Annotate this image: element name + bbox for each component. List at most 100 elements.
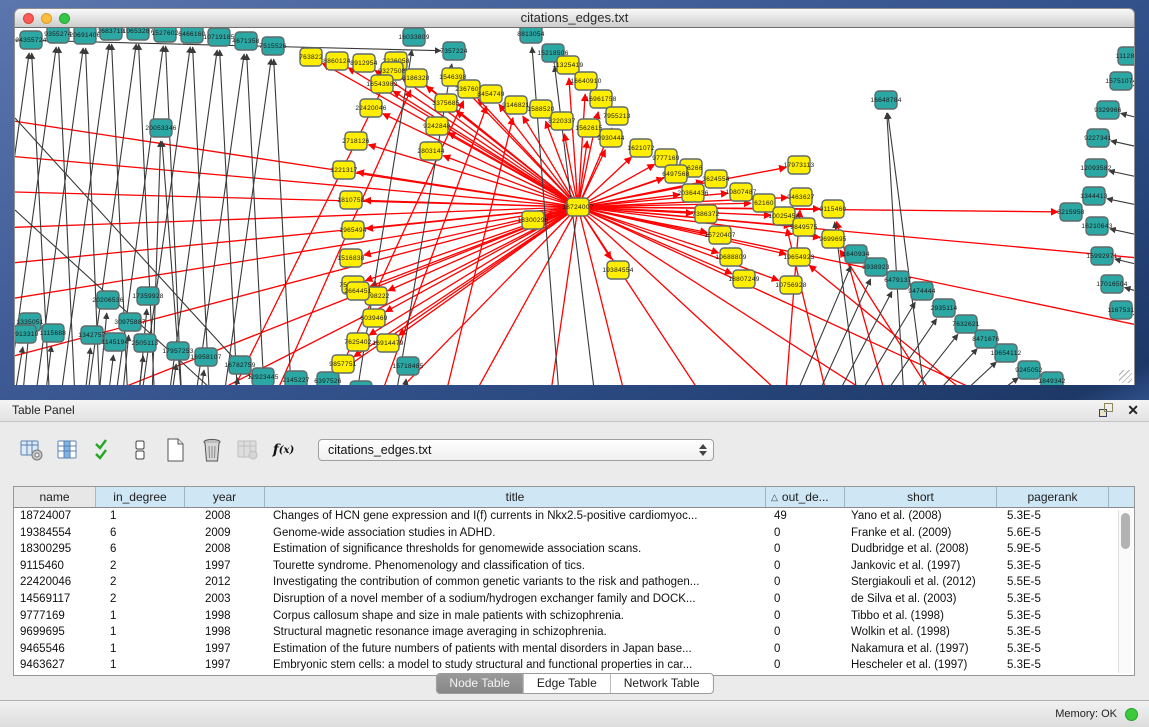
zoom-window-button[interactable] xyxy=(59,13,70,24)
graph-edge[interactable] xyxy=(81,348,91,385)
table-cell[interactable]: 18724007 xyxy=(14,508,96,525)
table-cell[interactable]: 14569117 xyxy=(14,591,96,608)
table-cell[interactable]: 1998 xyxy=(185,608,265,625)
table-cell[interactable]: 5.5E-5 xyxy=(997,574,1109,591)
table-cell[interactable]: Embryonic stem cells: a model to study s… xyxy=(265,657,766,674)
resize-grip-icon[interactable] xyxy=(1119,370,1132,383)
table-cell[interactable]: 0 xyxy=(766,641,845,658)
column-header-in_degree[interactable]: in_degree xyxy=(96,487,185,507)
table-cell[interactable]: 1998 xyxy=(185,624,265,641)
table-cell[interactable]: 5.3E-5 xyxy=(997,624,1109,641)
table-settings-icon[interactable] xyxy=(18,437,45,463)
graph-edge[interactable] xyxy=(369,207,578,335)
table-cell[interactable]: Franke et al. (2009) xyxy=(845,525,997,542)
table-cell[interactable]: Estimation of significance thresholds fo… xyxy=(265,541,766,558)
table-cell[interactable]: 0 xyxy=(766,541,845,558)
table-cell[interactable]: Yano et al. (2008) xyxy=(845,508,997,525)
table-cell[interactable]: 5.3E-5 xyxy=(997,591,1109,608)
column-chooser-icon[interactable] xyxy=(54,437,81,463)
table-cell[interactable]: 1 xyxy=(96,508,185,525)
table-cell[interactable]: Jankovic et al. (1997) xyxy=(845,558,997,575)
graph-edge[interactable] xyxy=(15,207,578,370)
table-cell[interactable]: 5.3E-5 xyxy=(997,657,1109,674)
table-cell[interactable]: 5.3E-5 xyxy=(997,608,1109,625)
delete-icon[interactable] xyxy=(198,437,225,463)
table-cell[interactable]: 0 xyxy=(766,591,845,608)
table-cell[interactable]: 0 xyxy=(766,608,845,625)
table-cell[interactable]: 2 xyxy=(96,574,185,591)
minimize-window-button[interactable] xyxy=(41,13,52,24)
graph-edge[interactable] xyxy=(888,113,929,385)
graph-edge[interactable] xyxy=(1133,314,1135,324)
delete-table-icon[interactable] xyxy=(234,437,261,463)
graph-edge[interactable] xyxy=(859,319,937,385)
graph-node[interactable] xyxy=(350,381,372,385)
graph-edge[interactable] xyxy=(1110,229,1135,240)
select-rows-icon[interactable] xyxy=(90,437,117,463)
graph-edge[interactable] xyxy=(15,347,23,385)
table-cell[interactable]: 2 xyxy=(96,591,185,608)
graph-edge[interactable] xyxy=(448,132,578,207)
graph-edge[interactable] xyxy=(1111,141,1135,152)
table-row[interactable]: 1872400712008Changes of HCN gene express… xyxy=(14,508,1134,525)
graph-edge[interactable] xyxy=(1121,113,1135,124)
graph-edge[interactable] xyxy=(41,346,51,385)
table-cell[interactable]: 0 xyxy=(766,657,845,674)
table-cell[interactable]: Investigating the contribution of common… xyxy=(265,574,766,591)
function-builder-icon[interactable]: f(x) xyxy=(270,437,297,463)
table-row[interactable]: 969969511998Structural magnetic resonanc… xyxy=(14,624,1134,641)
table-cell[interactable]: 9465546 xyxy=(14,641,96,658)
table-scrollbar-thumb[interactable] xyxy=(1121,513,1130,549)
graph-edge[interactable] xyxy=(578,207,641,385)
table-cell[interactable]: Genome-wide association studies in ADHD. xyxy=(265,525,766,542)
table-select-dropdown[interactable]: citations_edges.txt xyxy=(318,439,714,461)
column-header-name[interactable]: name xyxy=(14,487,96,507)
table-cell[interactable]: 19384554 xyxy=(14,525,96,542)
table-cell[interactable]: de Silva et al. (2003) xyxy=(845,591,997,608)
table-cell[interactable]: 0 xyxy=(766,624,845,641)
network-window[interactable]: citations_edges.txt 24355724935527420691… xyxy=(14,8,1135,385)
graph-edge[interactable] xyxy=(399,379,406,385)
graph-edge[interactable] xyxy=(578,207,941,385)
table-cell[interactable]: 1 xyxy=(96,657,185,674)
table-cell[interactable]: Stergiakouli et al. (2012) xyxy=(845,574,997,591)
graph-edge[interactable] xyxy=(220,50,239,385)
table-cell[interactable]: Corpus callosum shape and size in male p… xyxy=(265,608,766,625)
table-cell[interactable]: 9699695 xyxy=(14,624,96,641)
graph-edge[interactable] xyxy=(193,47,211,385)
table-cell[interactable]: 22420046 xyxy=(14,574,96,591)
graph-edge[interactable] xyxy=(164,50,217,385)
table-cell[interactable]: Tourette syndrome. Phenomenology and cla… xyxy=(265,558,766,575)
new-table-icon[interactable] xyxy=(162,437,189,463)
table-cell[interactable]: 1 xyxy=(96,624,185,641)
graph-edge[interactable] xyxy=(1107,199,1135,210)
table-cell[interactable]: 1 xyxy=(96,641,185,658)
table-cell[interactable]: 1997 xyxy=(185,558,265,575)
table-cell[interactable]: Disruption of a novel member of a sodium… xyxy=(265,591,766,608)
column-header-short[interactable]: short xyxy=(845,487,997,507)
tab-edge-table[interactable]: Edge Table xyxy=(523,674,610,693)
graph-edge[interactable] xyxy=(819,292,892,385)
column-header-out_de[interactable]: △out_de... xyxy=(766,487,845,507)
table-cell[interactable]: 9463627 xyxy=(14,657,96,674)
table-cell[interactable]: 9777169 xyxy=(14,608,96,625)
table-scrollbar[interactable] xyxy=(1118,510,1132,673)
table-row[interactable]: 946362711997Embryonic stem cells: a mode… xyxy=(14,657,1134,674)
table-cell[interactable]: Wolkin et al. (1998) xyxy=(845,624,997,641)
graph-edge[interactable] xyxy=(15,207,578,270)
table-cell[interactable]: 0 xyxy=(766,525,845,542)
table-cell[interactable]: Estimation of the future numbers of pati… xyxy=(265,641,766,658)
network-window-titlebar[interactable]: citations_edges.txt xyxy=(14,8,1135,28)
graph-edge[interactable] xyxy=(219,59,271,385)
table-cell[interactable]: Nakamura et al. (1997) xyxy=(845,641,997,658)
table-cell[interactable]: 2009 xyxy=(185,525,265,542)
table-cell[interactable]: 49 xyxy=(766,508,845,525)
tab-node-table[interactable]: Node Table xyxy=(436,674,523,693)
table-cell[interactable]: Tibbo et al. (1998) xyxy=(845,608,997,625)
table-row[interactable]: 946554611997Estimation of the future num… xyxy=(14,641,1134,658)
table-cell[interactable]: 6 xyxy=(96,525,185,542)
table-row[interactable]: 1456911722003Disruption of a novel membe… xyxy=(14,591,1134,608)
table-cell[interactable]: 5.3E-5 xyxy=(997,558,1109,575)
graph-canvas[interactable]: 2435572493552742069140626837191065328715… xyxy=(14,28,1135,385)
tab-network-table[interactable]: Network Table xyxy=(610,674,713,693)
